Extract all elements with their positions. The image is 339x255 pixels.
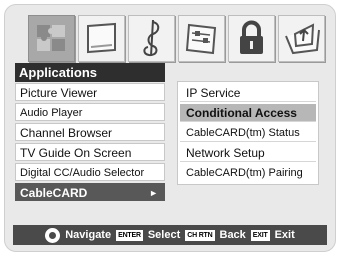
select-label: Select — [147, 229, 181, 241]
tab-locks[interactable] — [228, 15, 275, 62]
tab-picture[interactable] — [78, 15, 125, 62]
tab-setup[interactable] — [178, 15, 225, 62]
submenu-item-ip-service[interactable]: IP Service — [180, 84, 316, 102]
exit-label: Exit — [274, 229, 295, 241]
menu-item-audio-player[interactable]: Audio Player — [15, 103, 165, 121]
lock-icon — [240, 20, 263, 54]
applications-menu: Picture Viewer Audio Player Channel Brow… — [15, 83, 165, 203]
tab-applications[interactable] — [28, 15, 75, 62]
install-tray-icon — [285, 23, 320, 55]
music-note-icon — [143, 19, 160, 57]
menu-item-digital-cc-audio[interactable]: Digital CC/Audio Selector — [15, 163, 165, 181]
tv-menu-screen: Applications Picture Viewer Audio Player… — [4, 4, 336, 252]
navigate-label: Navigate — [65, 229, 112, 241]
submenu-item-network-setup[interactable]: Network Setup — [180, 144, 316, 162]
submenu-item-cablecard-status[interactable]: CableCARD(tm) Status — [180, 124, 316, 142]
display-icon — [87, 22, 116, 54]
puzzle-icon — [37, 25, 65, 51]
ch-rtn-key-icon: CH RTN — [185, 229, 215, 241]
menu-title: Applications — [15, 63, 165, 82]
submenu-item-conditional-access[interactable]: Conditional Access — [180, 104, 316, 122]
exit-key-icon: EXIT — [250, 229, 270, 241]
submenu-item-cablecard-pairing[interactable]: CableCARD(tm) Pairing — [180, 164, 316, 182]
enter-key-icon: ENTER — [116, 229, 143, 241]
menu-item-cablecard-label: CableCARD — [20, 186, 88, 200]
menu-item-cablecard[interactable]: CableCARD ► — [15, 183, 165, 201]
category-tabs — [28, 15, 325, 67]
tab-audio[interactable] — [128, 15, 175, 62]
menu-item-tv-guide[interactable]: TV Guide On Screen — [15, 143, 165, 161]
settings-sliders-icon — [185, 23, 217, 55]
menu-item-channel-browser[interactable]: Channel Browser — [15, 123, 165, 141]
chevron-right-icon: ► — [149, 188, 158, 198]
dpad-icon — [45, 227, 61, 243]
footer-help-bar: Navigate ENTER Select CH RTN Back EXIT E… — [13, 225, 327, 245]
menu-item-picture-viewer[interactable]: Picture Viewer — [15, 83, 165, 101]
cablecard-submenu: IP Service Conditional Access CableCARD(… — [177, 81, 319, 185]
back-label: Back — [219, 229, 246, 241]
tab-installation[interactable] — [278, 15, 325, 62]
